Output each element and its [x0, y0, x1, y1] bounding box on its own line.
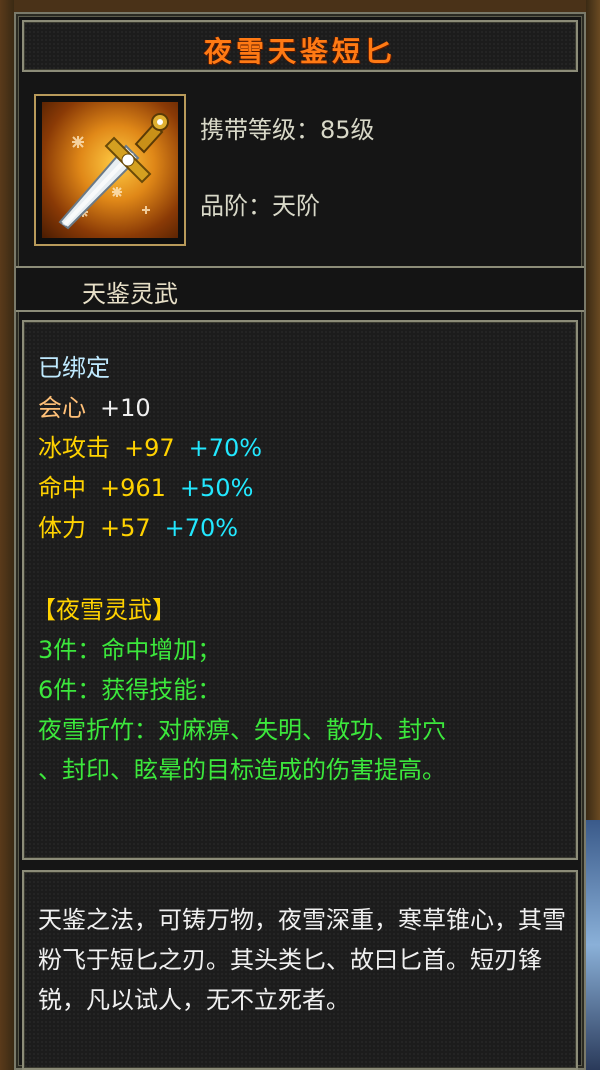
- stat-value: +10: [100, 394, 151, 422]
- stat-name: 会心: [38, 394, 86, 422]
- stats-section: 已绑定 会心 +10 冰攻击 +97 +70% 命中 +961 +50% 体力 +57 +70…: [22, 320, 578, 860]
- set-bonus-3: 3件：命中增加；: [38, 636, 222, 664]
- background-right-scene: [586, 820, 600, 1070]
- set-skill-line-2: 、封印、眩晕的目标造成的伤害提高。: [38, 756, 446, 784]
- stat-line: 体力 +57 +70%: [38, 508, 238, 543]
- description-section: 天鉴之法，可铸万物，夜雪深重，寒草锥心，其雪粉飞于短匕之刃。其头类匕、故曰匕首。…: [22, 870, 578, 1070]
- stat-bonus: +70%: [188, 434, 263, 462]
- stat-value: +961: [100, 474, 166, 502]
- stat-line: 冰攻击 +97 +70%: [38, 428, 262, 463]
- item-icon-frame: [34, 94, 186, 246]
- set-skill-line-1: 夜雪折竹：对麻痹、失明、散功、封穴: [38, 716, 446, 744]
- dagger-icon: [42, 102, 178, 238]
- carry-level: 携带等级：85级: [200, 116, 375, 144]
- stat-value: +57: [100, 514, 151, 542]
- item-subtitle: 天鉴灵武: [82, 280, 178, 308]
- stat-line: 会心 +10: [38, 388, 151, 423]
- background-left: [0, 0, 14, 1070]
- item-description: 天鉴之法，可铸万物，夜雪深重，寒草锥心，其雪粉飞于短匕之刃。其头类匕、故曰匕首。…: [38, 906, 566, 1014]
- item-info-section: 携带等级：85级 品阶：天阶: [22, 76, 578, 262]
- item-grade: 品阶：天阶: [200, 192, 320, 220]
- stat-bonus: +70%: [164, 514, 239, 542]
- stat-name: 命中: [38, 474, 86, 502]
- bound-status: 已绑定: [38, 354, 110, 382]
- stat-line: 命中 +961 +50%: [38, 468, 253, 503]
- item-name: 夜雪天鉴短匕: [203, 35, 396, 68]
- item-tooltip: 夜雪天鉴短匕 携带等级：85级 品阶：天阶 天鉴灵武 已绑定 会心 +10 冰攻…: [14, 12, 586, 1070]
- item-title-bar: 夜雪天鉴短匕: [22, 20, 578, 72]
- stat-name: 冰攻击: [38, 434, 110, 462]
- stat-bonus: +50%: [179, 474, 254, 502]
- stat-name: 体力: [38, 514, 86, 542]
- set-title: 【夜雪灵武】: [32, 596, 176, 624]
- set-bonus-6: 6件：获得技能：: [38, 676, 222, 704]
- item-subtitle-bar: 天鉴灵武: [16, 266, 584, 312]
- stat-value: +97: [124, 434, 175, 462]
